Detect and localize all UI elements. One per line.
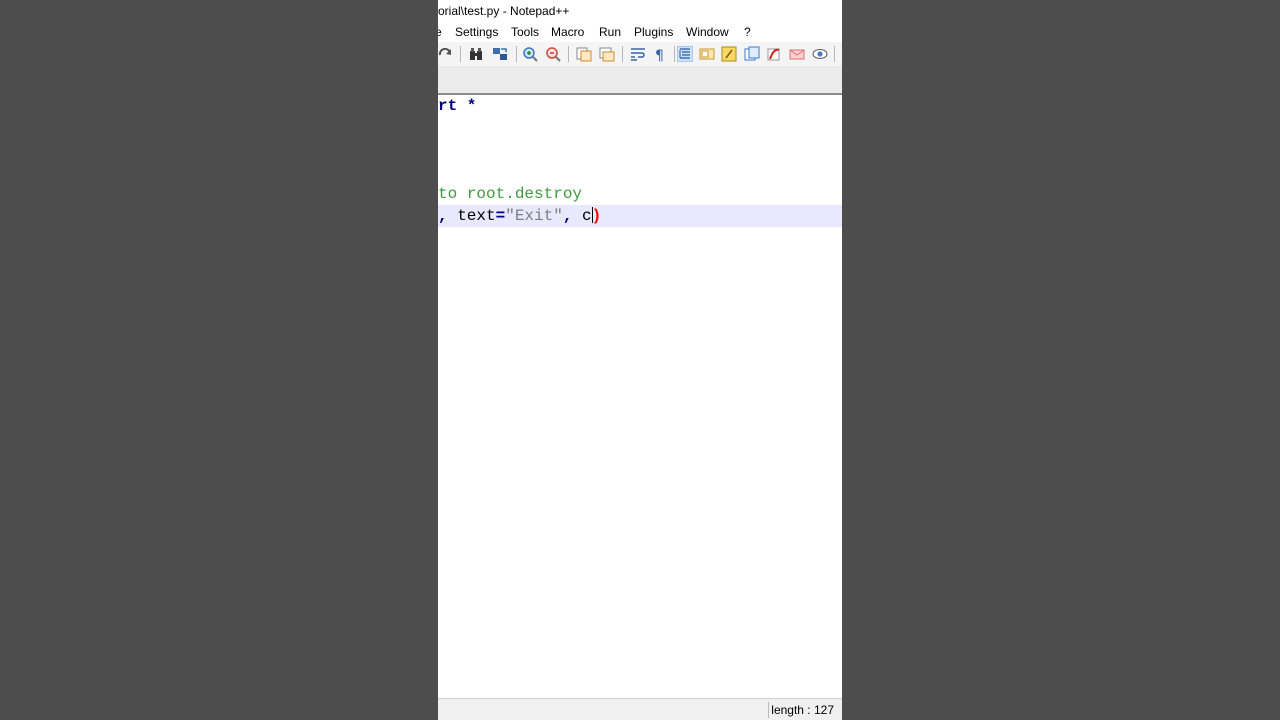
title-bar: orial\test.py - Notepad++ [438,0,842,22]
menu-item-plugins[interactable]: Plugins [634,25,673,39]
zoom-out-icon[interactable] [545,46,561,62]
code-token: "Exit" [505,207,563,225]
menu-item-tools[interactable]: Tools [511,25,539,39]
show-all-chars-icon[interactable]: ¶ [652,46,668,62]
toolbar-separator [674,46,675,62]
code-token: text [457,207,496,225]
toolbar-separator [460,46,461,62]
tab-bar [438,66,842,93]
toolbar-separator [516,46,517,62]
menu-item-macro[interactable]: Macro [551,25,584,39]
replace-icon[interactable] [492,46,508,62]
window-title: orial\test.py - Notepad++ [438,4,570,18]
code-token: , [562,207,583,225]
notepad-window: orial\test.py - Notepad++ e Settings Too… [438,0,842,720]
menu-item-window[interactable]: Window [686,25,729,39]
status-bar: length : 127 [438,698,842,720]
toolbar-separator [622,46,623,62]
function-list-icon[interactable] [721,46,737,62]
code-token: c [582,207,592,225]
menu-bar: e Settings Tools Macro Run Plugins Windo… [438,22,842,42]
code-token: to root.destroy [438,185,583,203]
toolbar-separator [834,46,835,62]
indent-guide-icon[interactable] [677,46,693,62]
sync-horizontal-icon[interactable] [599,46,615,62]
monitor-icon[interactable] [812,46,828,62]
menu-item-settings[interactable]: Settings [455,25,498,39]
toolbar: ¶ [438,42,842,66]
menu-item-language[interactable]: e [438,25,442,39]
status-divider [768,702,769,718]
status-length: length : 127 [771,703,834,717]
code-editor[interactable]: rt * to root.destroy, text="Exit", c) [438,95,842,698]
code-line: to root.destroy [438,183,842,205]
matched-brace: ) [591,207,602,225]
macro-stop-icon[interactable] [789,46,805,62]
code-line: , text="Exit", c) [438,205,842,227]
toolbar-separator [568,46,569,62]
folder-workspace-icon[interactable] [744,46,760,62]
svg-text:¶: ¶ [655,48,664,62]
sync-vertical-icon[interactable] [576,46,592,62]
macro-record-icon[interactable] [766,46,782,62]
find-icon[interactable] [468,46,484,62]
code-token: , [438,207,458,225]
word-wrap-icon[interactable] [630,46,646,62]
menu-item-help[interactable]: ? [744,25,751,39]
code-token: rt * [438,97,477,115]
code-token: = [495,207,506,225]
menu-item-run[interactable]: Run [599,25,621,39]
redo-icon[interactable] [438,46,454,62]
code-line: rt * [438,95,842,117]
zoom-in-icon[interactable] [522,46,538,62]
doc-map-icon[interactable] [699,46,715,62]
